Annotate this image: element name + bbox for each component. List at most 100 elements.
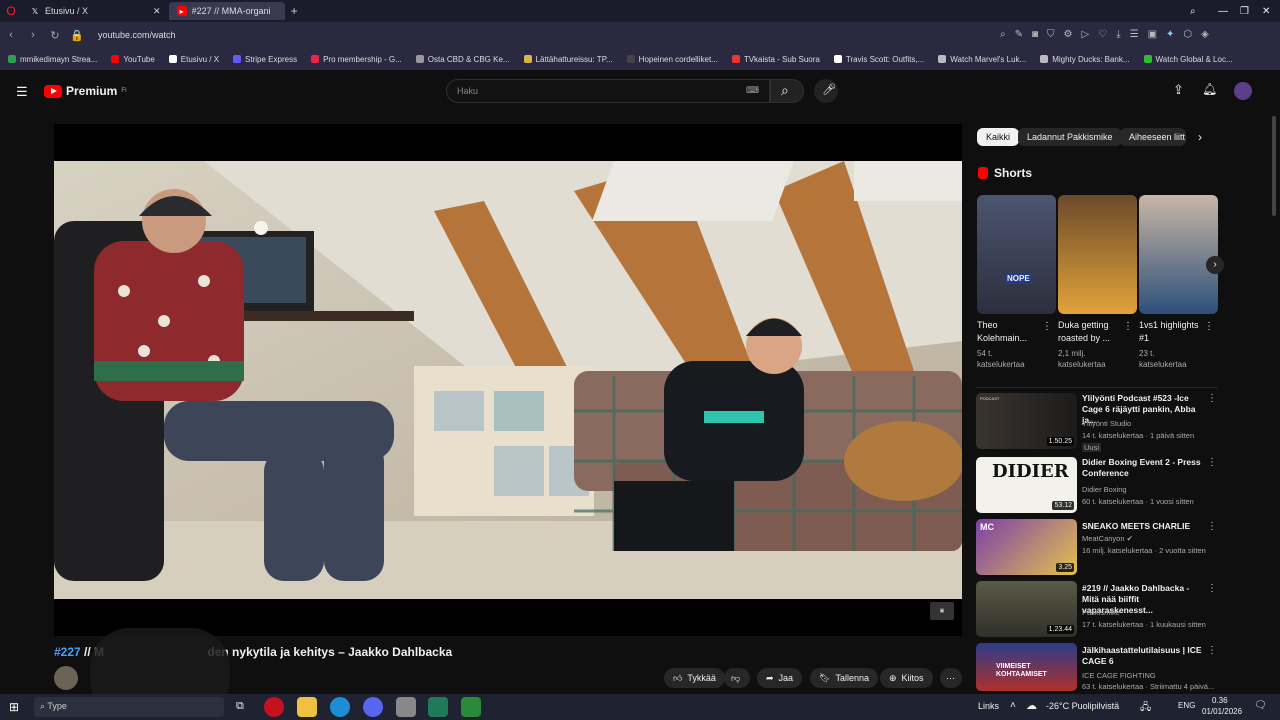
avatar[interactable] bbox=[1234, 82, 1252, 100]
chip-uploaded-by[interactable]: Ladannut Pakkismike bbox=[1018, 128, 1122, 146]
close-tab-icon[interactable]: ✕ bbox=[153, 6, 161, 17]
edge-taskbar-icon[interactable] bbox=[330, 697, 350, 717]
hashtag-link[interactable]: #227 bbox=[54, 645, 81, 659]
more-options-icon[interactable]: ⋮ bbox=[1207, 393, 1217, 404]
clock-time[interactable]: 0.36 bbox=[1212, 696, 1228, 705]
recommended-item[interactable]: VIIMEISET KOHTAAMISET Jälkihaastatteluti… bbox=[976, 643, 1221, 691]
menu-icon[interactable]: ☰ bbox=[1130, 29, 1139, 40]
bookmark-item[interactable]: Lättähattureissu: TP... bbox=[523, 55, 613, 64]
camera-icon[interactable]: ◙ bbox=[1032, 29, 1038, 40]
chip-all[interactable]: Kaikki bbox=[977, 128, 1020, 146]
short-card-1[interactable]: NOPE bbox=[977, 195, 1056, 314]
taskbar-search[interactable]: ⌕ Type bbox=[34, 697, 224, 717]
more-options-icon[interactable]: ⋮ bbox=[1207, 583, 1217, 594]
video-player[interactable]: ▣ bbox=[54, 124, 962, 636]
bookmark-item[interactable]: Mighty Ducks: Bank... bbox=[1040, 55, 1130, 64]
short-card-2[interactable] bbox=[1058, 195, 1137, 314]
more-options-icon[interactable]: ⋮ bbox=[1207, 457, 1217, 468]
bookmark-item[interactable]: TVkaista - Sub Suora bbox=[731, 55, 820, 64]
wallet-icon[interactable]: ▣ bbox=[1148, 29, 1157, 40]
share-button[interactable]: ➦ Jaa bbox=[757, 668, 803, 688]
short-title[interactable]: Theo Kolehmain... bbox=[977, 319, 1041, 345]
video-frame[interactable] bbox=[54, 161, 962, 599]
settings-taskbar-icon[interactable] bbox=[396, 697, 416, 717]
ai-icon[interactable]: ◈ bbox=[1201, 29, 1209, 40]
scrollbar[interactable] bbox=[1272, 116, 1276, 216]
bookmark-item[interactable]: Watch Marvel's Luk... bbox=[938, 55, 1026, 64]
recommended-item[interactable]: PODCAST 1.50.25 Ylilyönti Podcast #523 -… bbox=[976, 393, 1221, 452]
chevron-right-icon[interactable]: › bbox=[1198, 130, 1202, 144]
forward-icon[interactable]: › bbox=[22, 29, 44, 41]
tab-x[interactable]: 𝕏 Etusivu / X ✕ bbox=[22, 2, 169, 20]
tab-youtube[interactable]: ▸ #227 // MMA-organi bbox=[168, 2, 285, 20]
bookmark-item[interactable]: Hopeinen cordelliket... bbox=[626, 55, 718, 64]
more-actions-button[interactable]: ⋯ bbox=[940, 668, 962, 688]
bookmark-item[interactable]: YouTube bbox=[111, 55, 155, 64]
short-more-icon[interactable]: ⋮ bbox=[1123, 321, 1133, 332]
chip-related[interactable]: Aiheeseen liitt bbox=[1120, 128, 1186, 146]
short-title[interactable]: 1vs1 highlights #1 bbox=[1139, 319, 1203, 345]
links-toolbar[interactable]: Links bbox=[978, 701, 999, 711]
short-more-icon[interactable]: ⋮ bbox=[1042, 321, 1052, 332]
youtube-premium-logo[interactable]: Premium FI bbox=[44, 84, 127, 98]
bookmark-item[interactable]: Watch Global & Loc... bbox=[1143, 55, 1233, 64]
download-icon[interactable]: ⤓ bbox=[1116, 29, 1120, 40]
channel-avatar[interactable] bbox=[54, 666, 78, 690]
thanks-button[interactable]: ⊕ Kiitos bbox=[880, 668, 933, 688]
recommended-item[interactable]: MC 3.25 SNEAKO MEETS CHARLIE MeatCanyon … bbox=[976, 519, 1221, 575]
keyboard-icon[interactable]: ⌨ bbox=[746, 85, 759, 96]
voice-search-button[interactable]: 🎤︎ bbox=[814, 79, 838, 103]
minimize-icon[interactable]: — bbox=[1218, 6, 1228, 17]
more-options-icon[interactable]: ⋮ bbox=[1207, 521, 1217, 532]
short-card-3[interactable] bbox=[1139, 195, 1218, 314]
shorts-next-icon[interactable]: › bbox=[1206, 256, 1224, 274]
recommended-item[interactable]: 1.23.44 #219 // Jaakko Dahlbacka - Mitä … bbox=[976, 581, 1221, 637]
extension-icon[interactable]: ⚙ bbox=[1064, 29, 1073, 40]
obs-taskbar-icon[interactable] bbox=[428, 697, 448, 717]
shield-icon[interactable]: ⛉ bbox=[1047, 29, 1055, 40]
bookmark-item[interactable]: Osta CBD & CBG Ke... bbox=[415, 55, 510, 64]
heart-icon[interactable]: ♡ bbox=[1098, 29, 1107, 40]
opera-logo-icon[interactable]: O bbox=[0, 4, 22, 18]
save-button[interactable]: 🔖︎ Tallenna bbox=[810, 668, 878, 688]
aria-icon[interactable]: ✦ bbox=[1166, 29, 1174, 40]
bookmark-item[interactable]: mmikedimayn Strea... bbox=[8, 55, 97, 64]
url-field[interactable]: youtube.com/watch bbox=[98, 30, 176, 40]
notifications-bell-icon[interactable]: 🔔︎ bbox=[1202, 82, 1217, 96]
snapshot-icon[interactable]: ✎ bbox=[1015, 29, 1023, 40]
back-icon[interactable]: ‹ bbox=[0, 29, 22, 41]
short-title[interactable]: Duka getting roasted by ... bbox=[1058, 319, 1122, 345]
weather-text[interactable]: -26°C Puolipilvistä bbox=[1046, 701, 1119, 711]
search-tabs-icon[interactable]: ⌕ bbox=[1190, 6, 1196, 17]
bookmark-item[interactable]: Travis Scott: Outfits,... bbox=[833, 55, 924, 64]
play-icon[interactable]: ▷ bbox=[1082, 29, 1090, 40]
bookmark-item[interactable]: Etusivu / X bbox=[168, 55, 219, 64]
search-input[interactable]: Haku ⌨ bbox=[446, 79, 770, 103]
search-icon[interactable]: ⌕ bbox=[1000, 29, 1006, 40]
network-icon[interactable]: 🖧︎ bbox=[1140, 700, 1151, 717]
opera-taskbar-icon[interactable] bbox=[264, 697, 284, 717]
cube-icon[interactable]: ⬡ bbox=[1183, 29, 1192, 40]
bookmark-item[interactable]: Pro membership - G... bbox=[311, 55, 402, 64]
dislike-button[interactable]: 👎︎ bbox=[724, 668, 750, 688]
files-taskbar-icon[interactable] bbox=[297, 697, 317, 717]
windows-start-icon[interactable]: ⊞ bbox=[9, 700, 19, 714]
task-view-icon[interactable]: ⧉ bbox=[236, 700, 244, 713]
app-taskbar-icon[interactable] bbox=[461, 697, 481, 717]
short-more-icon[interactable]: ⋮ bbox=[1204, 321, 1214, 332]
more-options-icon[interactable]: ⋮ bbox=[1207, 645, 1217, 656]
search-button[interactable]: ⌕ bbox=[770, 79, 804, 103]
new-tab-icon[interactable]: + bbox=[291, 4, 298, 18]
clock-date[interactable]: 01/01/2026 bbox=[1202, 707, 1242, 716]
recommended-item[interactable]: DIDIER 53.12 Didier Boxing Event 2 - Pre… bbox=[976, 457, 1221, 513]
close-window-icon[interactable]: ✕ bbox=[1262, 6, 1270, 17]
hamburger-menu-icon[interactable]: ☰ bbox=[16, 84, 28, 100]
language-indicator[interactable]: ENG bbox=[1178, 701, 1195, 710]
discord-taskbar-icon[interactable] bbox=[363, 697, 383, 717]
upload-icon[interactable]: ⇪ bbox=[1173, 82, 1184, 98]
maximize-icon[interactable]: ❐ bbox=[1240, 6, 1249, 17]
bookmark-item[interactable]: Stripe Express bbox=[233, 55, 297, 64]
chevron-up-icon[interactable]: ˄ bbox=[1010, 700, 1016, 711]
weather-icon[interactable]: ☁ bbox=[1026, 699, 1037, 712]
notifications-icon[interactable]: 🗨︎ bbox=[1254, 700, 1267, 711]
